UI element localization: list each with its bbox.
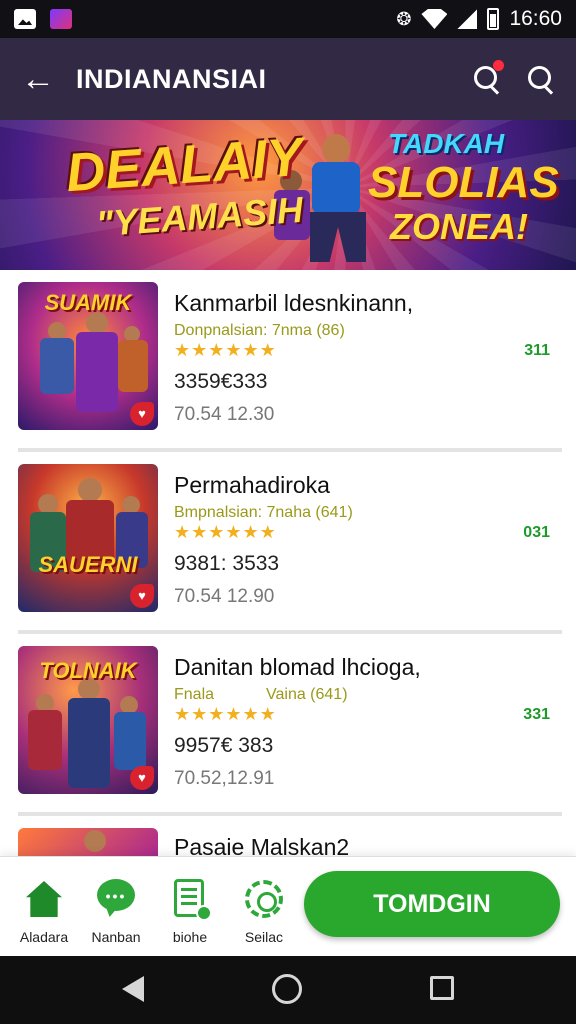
document-icon <box>168 877 212 921</box>
primary-action-button[interactable]: TOMDGIN <box>304 871 560 937</box>
notification-dot-icon <box>493 60 504 71</box>
vibrate-icon: ❂ <box>396 8 412 29</box>
item-name: Danitan blomad lhcioga, <box>174 654 421 680</box>
nav-label: Aladara <box>19 929 69 945</box>
status-bar: ❂ 16:60 <box>0 0 576 38</box>
list-item[interactable]: TOLNAIK ♥ Danitan blomad lhcioga, Fnala … <box>0 634 576 816</box>
system-home-icon[interactable] <box>272 974 302 1004</box>
status-time: 16:60 <box>509 7 562 30</box>
image-notification-icon <box>14 9 36 29</box>
item-code: 70.52,12.91 <box>174 768 275 789</box>
search-button[interactable] <box>528 66 554 92</box>
rating-stars: ★★★★★★ <box>174 704 277 724</box>
item-count: 331 <box>523 706 550 723</box>
notification-search-button[interactable] <box>474 60 504 92</box>
item-thumbnail <box>18 828 158 856</box>
banner-title-line2: ZONEA! <box>390 206 528 247</box>
rating-stars: ★★★★★★ <box>174 522 277 542</box>
settings-icon <box>242 877 286 921</box>
list-item[interactable]: Pasaie Malskan2 <box>0 816 576 856</box>
item-thumbnail: SAUERNI ♥ <box>18 464 158 612</box>
item-name: Pasaie Malskan2 <box>174 834 350 856</box>
system-recents-icon[interactable] <box>430 976 454 1000</box>
page-title: INDIANANSIAI <box>76 63 267 94</box>
favorite-icon[interactable]: ♥ <box>130 402 154 426</box>
home-icon <box>22 877 66 921</box>
item-thumbnail: TOLNAIK ♥ <box>18 646 158 794</box>
system-navigation-bar <box>0 956 576 1024</box>
bottom-navigation: Aladara ••• Nanban biohe Seilac TOMDGIN <box>0 856 576 956</box>
battery-icon <box>487 8 500 30</box>
item-code: 70.54 12.90 <box>174 586 275 607</box>
item-price: 9957€ 383 <box>174 734 274 757</box>
banner-tag: TADKAH <box>388 128 505 159</box>
back-button[interactable]: ← <box>0 38 76 120</box>
nav-label: Nanban <box>91 929 141 945</box>
item-price: 9381: 3533 <box>174 552 280 575</box>
item-meta: Bmpnalsian: 7naha (641) <box>174 504 353 521</box>
item-price: 3359€333 <box>174 370 268 393</box>
item-meta: Donpnalsian: 7nma (86) <box>174 322 345 339</box>
item-meta: Fnala <box>174 686 215 703</box>
system-back-icon[interactable] <box>122 976 144 1002</box>
thumb-title: SUAMIK <box>44 290 132 315</box>
app-notification-icon <box>50 9 72 29</box>
item-meta-secondary: Vaina (641) <box>266 686 348 703</box>
favorite-icon[interactable]: ♥ <box>130 584 154 608</box>
signal-icon <box>457 9 478 29</box>
rating-stars: ★★★★★★ <box>174 340 277 360</box>
nav-item-document[interactable]: biohe <box>158 877 222 945</box>
item-count: 311 <box>524 342 550 359</box>
item-thumbnail: SUAMIK ♥ <box>18 282 158 430</box>
wifi-icon <box>421 9 448 29</box>
thumb-title: TOLNAIK <box>39 658 137 683</box>
item-name: Kanmarbil ldesnkinann, <box>174 290 414 316</box>
app-bar: ← INDIANANSIAI <box>0 38 576 120</box>
list-item[interactable]: SUAMIK ♥ Kanmarbil ldesnkinann, Donpnals… <box>0 270 576 452</box>
banner-title-line1: SLOLIAS <box>368 158 559 207</box>
item-code: 70.54 12.30 <box>174 404 275 425</box>
nav-item-settings[interactable]: Seilac <box>232 877 296 945</box>
arrow-left-icon: ← <box>21 59 55 98</box>
list-item[interactable]: SAUERNI ♥ Permahadiroka Bmpnalsian: 7nah… <box>0 452 576 634</box>
item-name: Permahadiroka <box>174 472 330 498</box>
nav-label: Seilac <box>244 929 284 945</box>
chat-icon: ••• <box>94 877 138 921</box>
favorite-icon[interactable]: ♥ <box>130 766 154 790</box>
item-count: 031 <box>523 524 550 541</box>
nav-label: biohe <box>172 929 208 945</box>
nav-item-chat[interactable]: ••• Nanban <box>84 877 148 945</box>
thumb-title: SAUERNI <box>38 552 138 577</box>
promo-banner[interactable]: DEALAIY "YEAMASIH TADKAH SLOLIAS ZONEA! <box>0 120 576 270</box>
nav-item-home[interactable]: Aladara <box>12 877 76 945</box>
